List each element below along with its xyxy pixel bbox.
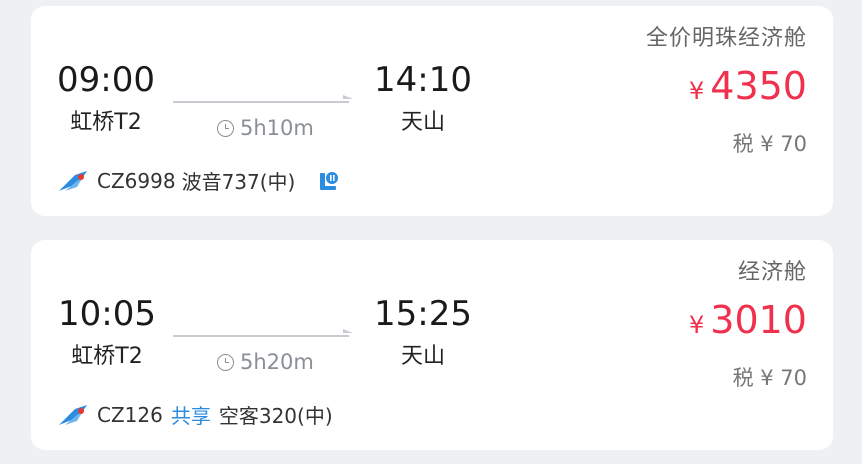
arrival-airport: 天山 [400,110,445,135]
airline-logo-icon [59,404,87,425]
price: ¥ 4350 [689,64,807,108]
duration-text: 5h10m [240,116,314,140]
currency-symbol: ¥ [689,77,705,105]
flight-card[interactable]: 全价明珠经济舱 09:00 虹桥T2 5h10m 14:10 天山 ¥ 4350… [31,6,833,216]
route-arrow-icon [343,329,353,333]
clock-icon [217,119,234,137]
flight-info: CZ126 共享 空客320(中) [57,400,333,429]
departure-airport: 虹桥T2 [71,344,143,369]
arrival-airport: 天山 [400,344,445,369]
flight-duration: 5h20m [217,350,314,374]
arrival: 15:25 天山 [371,294,475,370]
arrival-time: 14:10 [374,60,472,100]
arrival: 14:10 天山 [373,60,473,136]
codeshare-tag: 共享 [170,404,211,428]
aircraft-type: 空客320(中) [218,404,333,428]
flight-info: CZ6998 波音737(中) [57,166,341,195]
route-line [173,335,349,337]
departure-time: 10:05 [58,294,156,334]
departure: 10:05 虹桥T2 [57,294,157,370]
flight-duration: 5h10m [217,116,314,140]
arrival-time: 15:25 [374,294,472,334]
meal-service-icon [320,171,339,190]
tax: 税 ¥ 70 [732,132,807,156]
price-amount: 4350 [710,64,807,108]
flight-number: CZ126 [97,402,163,427]
tax: 税 ¥ 70 [732,366,807,390]
departure: 09:00 虹桥T2 [55,60,157,136]
airline-logo-icon [59,170,87,191]
departure-airport: 虹桥T2 [70,110,142,135]
route-arrow-icon [343,95,353,99]
cabin-class: 经济舱 [737,260,807,285]
flight-card[interactable]: 经济舱 10:05 虹桥T2 5h20m 15:25 天山 ¥ 3010 税 ¥… [31,240,833,450]
duration-text: 5h20m [240,350,314,374]
clock-icon [217,353,234,371]
flight-list: 全价明珠经济舱 09:00 虹桥T2 5h10m 14:10 天山 ¥ 4350… [0,0,862,464]
aircraft-type: 波音737(中) [181,170,296,194]
price-amount: 3010 [710,298,807,342]
departure-time: 09:00 [57,60,155,100]
route-line [173,101,349,103]
price: ¥ 3010 [689,298,807,342]
currency-symbol: ¥ [689,311,705,339]
flight-number: CZ6998 [97,168,176,193]
cabin-class: 全价明珠经济舱 [645,26,807,51]
